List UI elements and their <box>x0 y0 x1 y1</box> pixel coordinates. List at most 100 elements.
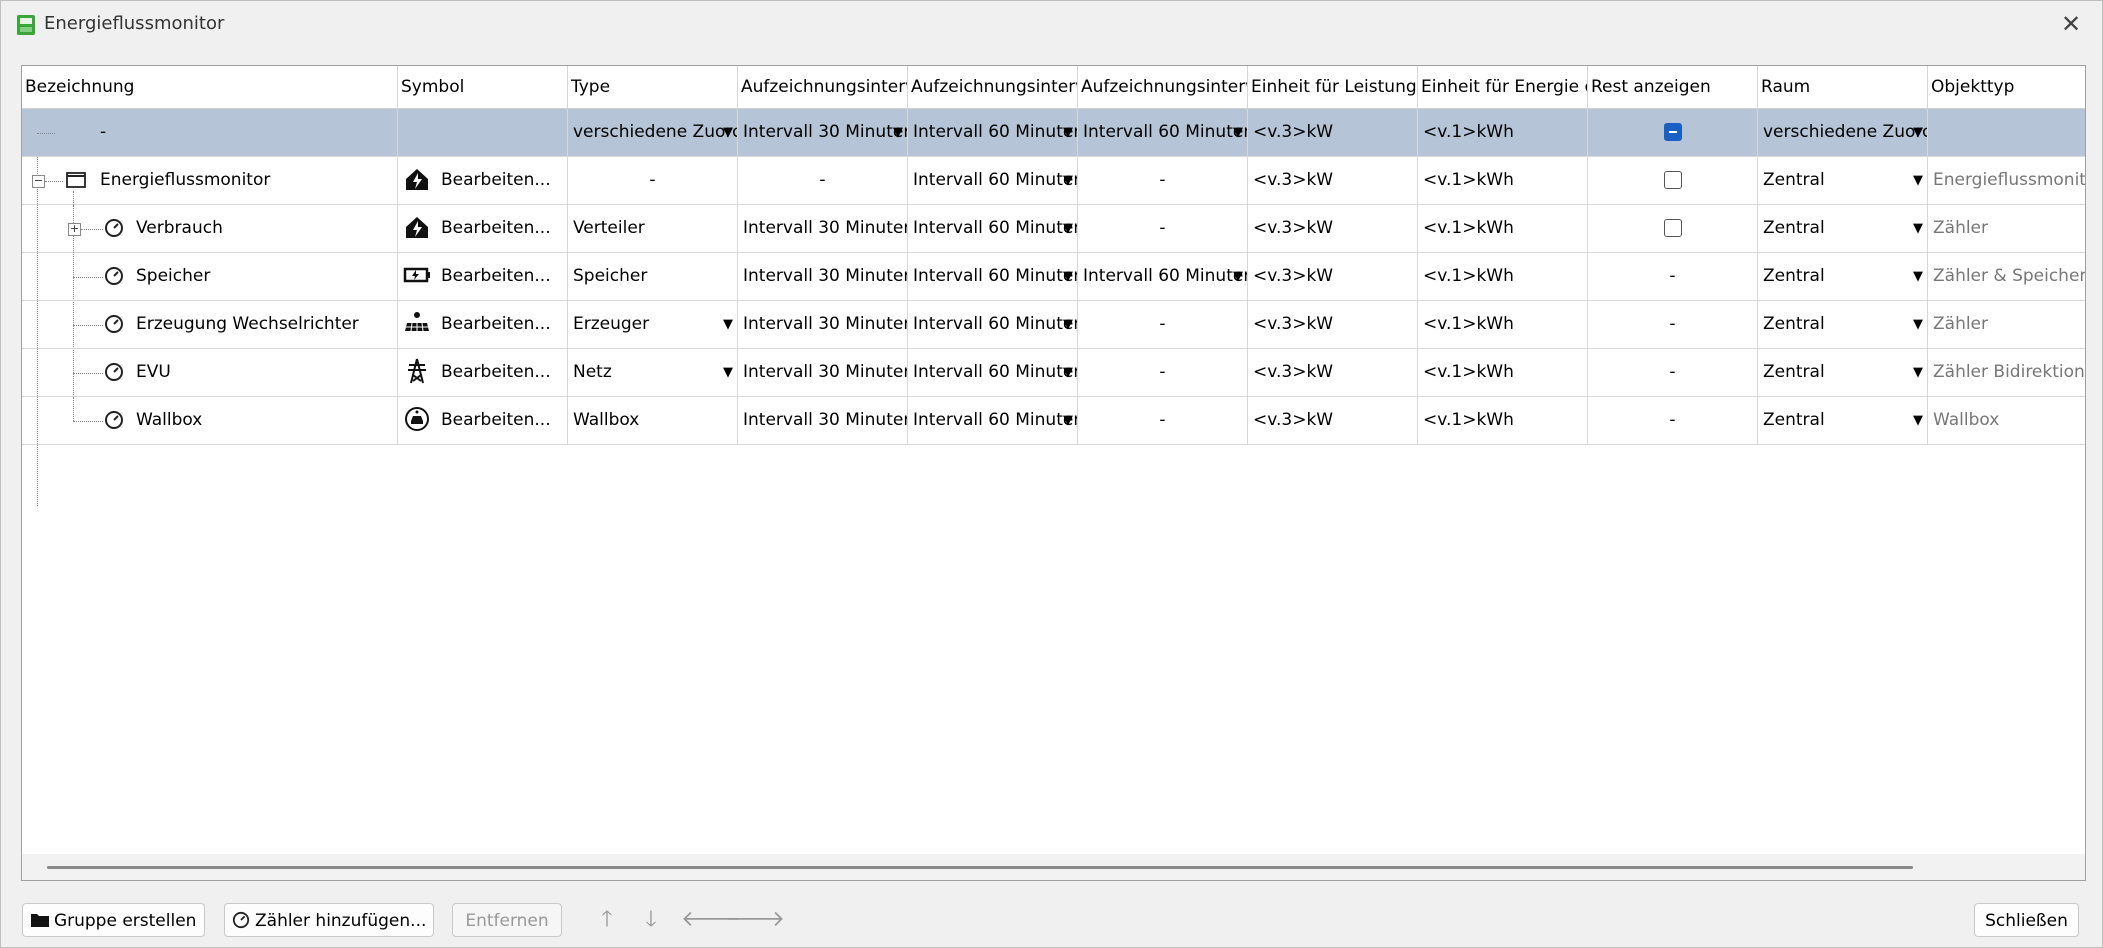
type-value[interactable]: Verteiler <box>568 205 738 252</box>
interval-1-select[interactable]: Intervall 30 Minuter <box>738 253 908 300</box>
type-select[interactable]: Erzeuger ▼ <box>568 301 738 348</box>
energy-unit[interactable]: <v.1>kWh <box>1418 253 1588 300</box>
room-select[interactable]: Zentral ▼ <box>1758 253 1928 300</box>
room-select[interactable]: Zentral ▼ <box>1758 205 1928 252</box>
header-objekttyp[interactable]: Objekttyp <box>1928 66 2085 108</box>
power-unit[interactable]: <v.3>kW <box>1248 109 1418 156</box>
power-unit[interactable]: <v.3>kW <box>1248 253 1418 300</box>
header-interval-2[interactable]: Aufzeichnungsinterva <box>908 66 1078 108</box>
interval-2-value: Intervall 60 Minuter <box>913 218 1078 238</box>
energieflussmonitor-window: Energieflussmonitor ✕ Bezeichnung Symbol… <box>0 0 2103 948</box>
close-button[interactable]: Schließen <box>1974 903 2079 937</box>
add-meter-button[interactable]: Zähler hinzufügen... <box>224 903 434 937</box>
chevron-down-icon: ▼ <box>723 365 733 380</box>
rest-checkbox[interactable] <box>1663 171 1682 189</box>
arrow-left-icon[interactable]: 🡐 <box>681 903 740 937</box>
create-group-label: Gruppe erstellen <box>53 911 197 931</box>
header-energy-unit[interactable]: Einheit für Energie oc <box>1418 66 1588 108</box>
object-type: Zähler & Speicher <box>1933 266 2086 286</box>
energy-unit[interactable]: <v.1>kWh <box>1418 109 1588 156</box>
interval-1-value: Intervall 30 Minuter <box>743 362 908 382</box>
header-bezeichnung[interactable]: Bezeichnung <box>22 66 398 108</box>
header-raum[interactable]: Raum <box>1758 66 1928 108</box>
room-value: Zentral <box>1763 314 1825 334</box>
type-select[interactable]: Netz ▼ <box>568 349 738 396</box>
room-select[interactable]: Zentral ▼ <box>1758 301 1928 348</box>
energy-unit[interactable]: <v.1>kWh <box>1418 397 1588 444</box>
type-value: verschiedene Zuorc <box>573 122 738 142</box>
power-unit[interactable]: <v.3>kW <box>1248 205 1418 252</box>
title-bar: Energieflussmonitor ✕ <box>1 1 2102 49</box>
power-unit[interactable]: <v.3>kW <box>1248 157 1418 204</box>
button-bar: Gruppe erstellen Zähler hinzufügen... En… <box>1 893 2102 947</box>
interval-3-select[interactable]: Intervall 60 Minuter ▼ <box>1078 253 1248 300</box>
header-type[interactable]: Type <box>568 66 738 108</box>
room-select[interactable]: verschiedene Zuorc ▼ <box>1758 109 1928 156</box>
energy-unit[interactable]: <v.1>kWh <box>1418 157 1588 204</box>
interval-2-value: Intervall 60 Minuter <box>913 362 1078 382</box>
table-row[interactable]: Erzeugung Wechselrichter Bearbeiten... E… <box>22 301 2085 349</box>
table-row[interactable]: − Energieflussmonitor Bearbeiten... - - … <box>22 157 2085 205</box>
energy-unit[interactable]: <v.1>kWh <box>1418 349 1588 396</box>
rest-checkbox[interactable] <box>1663 123 1682 141</box>
arrow-down-icon[interactable]: 🡓 <box>636 903 666 937</box>
interval-1-select[interactable]: Intervall 30 Minuter <box>738 301 908 348</box>
interval-1-select[interactable]: Intervall 30 Minuter <box>738 349 908 396</box>
table-row[interactable]: + Verbrauch Bearbeiten... Verteiler Inte… <box>22 205 2085 411</box>
close-icon[interactable]: ✕ <box>2058 11 2084 37</box>
folder-icon <box>30 914 49 927</box>
room-select[interactable]: Zentral ▼ <box>1758 349 1928 396</box>
horizontal-scrollbar[interactable] <box>22 854 2085 880</box>
interval-2-select[interactable]: Intervall 60 Minuter ▼ <box>908 349 1078 396</box>
interval-2-select[interactable]: Intervall 60 Minuter ▼ <box>908 157 1078 204</box>
interval-2-select[interactable]: Intervall 60 Minuter ▼ <box>908 205 1078 252</box>
row-name: Energieflussmonitor <box>22 157 398 204</box>
table-row[interactable]: Wallbox Bearbeiten... Wallbox Intervall … <box>22 397 2085 445</box>
interval-2-select[interactable]: Intervall 60 Minuter ▼ <box>908 397 1078 444</box>
header-power-unit[interactable]: Einheit für Leistung o <box>1248 66 1418 108</box>
chevron-down-icon: ▼ <box>1913 365 1923 380</box>
power-unit[interactable]: <v.3>kW <box>1248 301 1418 348</box>
interval-3-value: Intervall 60 Minuter <box>1083 266 1248 286</box>
row-name: Verbrauch <box>22 205 398 252</box>
meter-table: Bezeichnung Symbol Type Aufzeichnungsint… <box>21 65 2086 881</box>
window-title: Energieflussmonitor <box>44 13 225 34</box>
room-select[interactable]: Zentral ▼ <box>1758 397 1928 444</box>
interval-1-select[interactable]: Intervall 30 Minuter <box>738 205 908 252</box>
type-value[interactable]: Speicher <box>568 253 738 300</box>
arrow-right-icon[interactable]: 🡒 <box>726 903 785 937</box>
interval-2-select[interactable]: Intervall 60 Minuter ▼ <box>908 301 1078 348</box>
interval-1-select[interactable]: Intervall 30 Minuter ▼ <box>738 109 908 156</box>
remove-button[interactable]: Entfernen <box>452 903 562 937</box>
arrow-up-icon[interactable]: 🡑 <box>592 903 622 937</box>
chevron-down-icon: ▼ <box>893 125 903 140</box>
table-row[interactable]: Speicher Bearbeiten... Speicher Interval… <box>22 253 2085 301</box>
table-row[interactable]: EVU Bearbeiten... Netz ▼ Intervall 30 Min… <box>22 349 2085 397</box>
room-select[interactable]: Zentral ▼ <box>1758 157 1928 204</box>
energy-unit[interactable]: <v.1>kWh <box>1418 301 1588 348</box>
create-group-button[interactable]: Gruppe erstellen <box>22 903 205 937</box>
type-select[interactable]: verschiedene Zuorc ▼ <box>568 109 738 156</box>
energy-unit[interactable]: <v.1>kWh <box>1418 205 1588 252</box>
interval-2-select[interactable]: Intervall 60 Minuter ▼ <box>908 253 1078 300</box>
power-unit[interactable]: <v.3>kW <box>1248 349 1418 396</box>
header-symbol[interactable]: Symbol <box>398 66 568 108</box>
row-name: EVU <box>22 349 398 396</box>
chevron-down-icon: ▼ <box>1913 317 1923 332</box>
rest-value: - <box>1588 253 1758 300</box>
power-unit[interactable]: <v.3>kW <box>1248 397 1418 444</box>
interval-2-select[interactable]: Intervall 60 Minuter ▼ <box>908 109 1078 156</box>
header-interval-3[interactable]: Aufzeichnungsinterva <box>1078 66 1248 108</box>
room-value: Zentral <box>1763 266 1825 286</box>
interval-3-select[interactable]: Intervall 60 Minuter ▼ <box>1078 109 1248 156</box>
rest-checkbox[interactable] <box>1663 219 1682 237</box>
table-row[interactable]: - verschiedene Zuorc ▼ Intervall 30 Minut… <box>22 109 2085 157</box>
interval-1-select[interactable]: Intervall 30 Minuter <box>738 397 908 444</box>
header-rest-anzeigen[interactable]: Rest anzeigen <box>1588 66 1758 108</box>
type-value[interactable]: Wallbox <box>568 397 738 444</box>
scrollbar-thumb[interactable] <box>47 866 1913 869</box>
interval-1-value: Intervall 30 Minuter <box>743 122 908 142</box>
row-name: Wallbox <box>22 397 398 444</box>
chevron-down-icon: ▼ <box>1063 269 1073 284</box>
header-interval-1[interactable]: Aufzeichnungsinterva <box>738 66 908 108</box>
